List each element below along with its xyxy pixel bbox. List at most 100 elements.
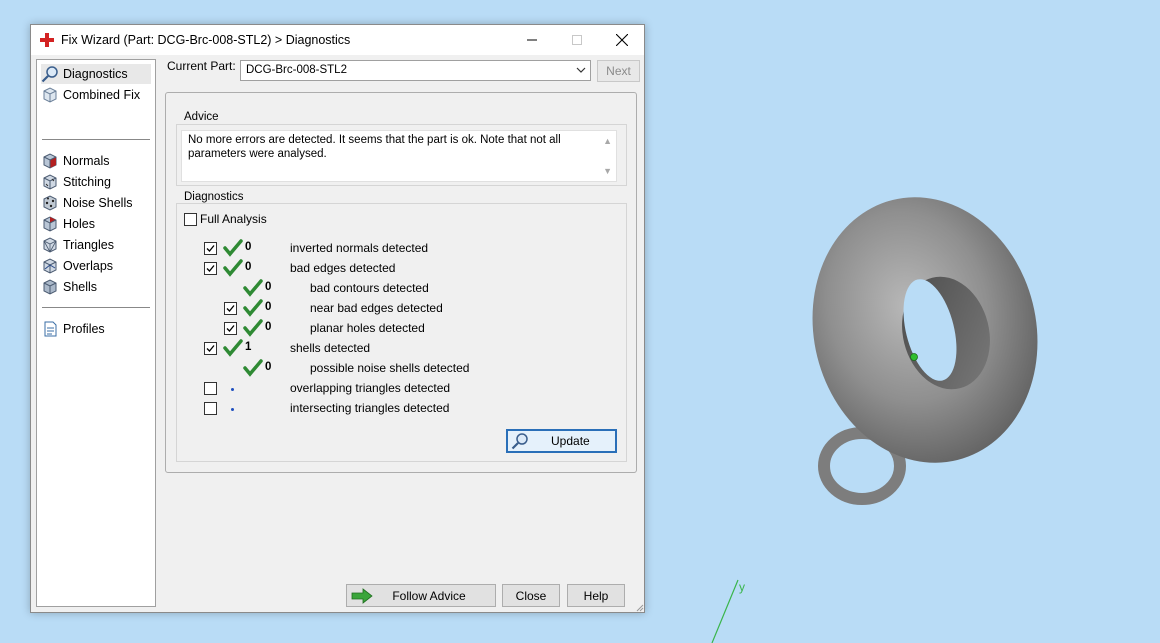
nav-divider <box>42 307 150 308</box>
green-check-icon <box>223 259 243 277</box>
scroll-up-icon[interactable]: ▲ <box>603 134 612 148</box>
shells-icon <box>43 279 57 295</box>
nav-item-label: Diagnostics <box>63 67 128 81</box>
overlaps-icon <box>43 258 57 274</box>
green-check-icon <box>243 359 263 377</box>
nav-item-noise-shells[interactable]: Noise Shells <box>41 193 151 213</box>
nav-item-stitching[interactable]: Stitching <box>41 172 151 192</box>
noise-shells-icon <box>43 195 57 211</box>
diag-row-label: shells detected <box>290 341 371 355</box>
y-axis-line <box>711 579 739 643</box>
count-value: 0 <box>265 301 272 313</box>
arrow-right-icon <box>351 588 373 604</box>
full-analysis-label: Full Analysis <box>200 212 267 226</box>
shells-checkbox[interactable] <box>204 342 217 355</box>
help-button[interactable]: Help <box>567 584 625 607</box>
count-value: 0 <box>245 261 252 273</box>
green-check-icon <box>243 279 263 297</box>
fix-wizard-dialog: Fix Wizard (Part: DCG-Brc-008-STL2) > Di… <box>30 24 645 613</box>
nav-divider <box>42 139 150 140</box>
nav-item-label: Normals <box>63 154 110 168</box>
nav-item-profiles[interactable]: Profiles <box>41 319 151 339</box>
maximize-icon <box>571 35 582 45</box>
title-bar[interactable]: Fix Wizard (Part: DCG-Brc-008-STL2) > Di… <box>31 25 644 55</box>
normals-icon <box>43 153 57 169</box>
advice-text: No more errors are detected. It seems th… <box>188 134 561 160</box>
stitching-icon <box>43 174 57 190</box>
nav-item-label: Shells <box>63 280 98 294</box>
marker-point[interactable] <box>910 353 918 361</box>
pending-dot-icon <box>231 408 234 411</box>
overlapping-triangles-checkbox[interactable] <box>204 382 217 395</box>
magnifier-icon <box>511 433 528 450</box>
nav-item-label: Combined Fix <box>63 88 141 102</box>
full-analysis-checkbox[interactable] <box>184 213 197 226</box>
near-bad-edges-checkbox[interactable] <box>224 302 237 315</box>
chevron-down-icon <box>576 67 586 73</box>
minimize-icon <box>526 39 537 41</box>
current-part-label: Current Part: <box>167 59 236 73</box>
follow-advice-label: Follow Advice <box>392 588 466 603</box>
close-icon <box>615 34 628 46</box>
minimize-button[interactable] <box>509 25 554 55</box>
nav-item-label: Noise Shells <box>63 196 133 210</box>
green-check-icon <box>243 319 263 337</box>
update-button[interactable]: Update <box>506 429 617 453</box>
fix-wizard-icon <box>40 33 54 47</box>
inverted-normals-checkbox[interactable] <box>204 242 217 255</box>
green-check-icon <box>223 339 243 357</box>
diag-row-label: overlapping triangles detected <box>290 381 451 395</box>
pending-dot-icon <box>231 388 234 391</box>
current-part-value: DCG-Brc-008-STL2 <box>246 64 347 76</box>
scroll-down-icon[interactable]: ▼ <box>603 164 612 178</box>
update-label: Update <box>551 434 590 448</box>
nav-item-combined-fix[interactable]: Combined Fix <box>41 85 151 105</box>
nav-item-label: Triangles <box>63 238 114 252</box>
checkmark-icon <box>226 305 235 312</box>
checkmark-icon <box>206 265 215 272</box>
diag-row-label: possible noise shells detected <box>310 361 470 375</box>
nav-item-overlaps[interactable]: Overlaps <box>41 256 151 276</box>
bad-edges-checkbox[interactable] <box>204 262 217 275</box>
nav-item-label: Stitching <box>63 175 111 189</box>
checkmark-icon <box>206 245 215 252</box>
close-button[interactable]: Close <box>502 584 560 607</box>
diag-row-label: intersecting triangles detected <box>290 401 450 415</box>
count-value: 0 <box>265 321 272 333</box>
checkmark-icon <box>226 325 235 332</box>
diag-row-label: bad contours detected <box>310 281 429 295</box>
count-value: 1 <box>245 341 252 353</box>
fix-nav-panel: Diagnostics Combined Fix Normals Stitchi… <box>36 59 156 607</box>
diagnostics-icon <box>41 66 58 83</box>
nav-item-holes[interactable]: Holes <box>41 214 151 234</box>
count-value: 0 <box>265 361 272 373</box>
window-title: Fix Wizard (Part: DCG-Brc-008-STL2) > Di… <box>61 33 351 47</box>
green-check-icon <box>223 239 243 257</box>
next-button[interactable]: Next <box>597 60 640 82</box>
nav-item-triangles[interactable]: Triangles <box>41 235 151 255</box>
maximize-button[interactable] <box>554 25 599 55</box>
holes-icon <box>43 216 57 232</box>
diag-row-label: bad edges detected <box>290 261 396 275</box>
part-model[interactable] <box>785 173 1065 505</box>
close-window-button[interactable] <box>599 25 644 55</box>
diagnostics-group-label: Diagnostics <box>181 191 247 203</box>
combined-fix-icon <box>43 87 57 103</box>
triangles-icon <box>43 237 57 253</box>
diag-row-label: inverted normals detected <box>290 241 429 255</box>
nav-item-normals[interactable]: Normals <box>41 151 151 171</box>
resize-grip-icon[interactable] <box>634 602 644 612</box>
count-value: 0 <box>245 241 252 253</box>
follow-advice-button[interactable]: Follow Advice <box>346 584 496 607</box>
current-part-select[interactable]: DCG-Brc-008-STL2 <box>240 60 591 81</box>
profiles-icon <box>44 321 57 337</box>
nav-item-shells[interactable]: Shells <box>41 277 151 297</box>
advice-text-box: No more errors are detected. It seems th… <box>181 130 617 182</box>
y-axis-label: y <box>739 580 745 594</box>
intersecting-triangles-checkbox[interactable] <box>204 402 217 415</box>
nav-item-label: Holes <box>63 217 95 231</box>
nav-item-label: Overlaps <box>63 259 114 273</box>
planar-holes-checkbox[interactable] <box>224 322 237 335</box>
checkmark-icon <box>206 345 215 352</box>
nav-item-diagnostics[interactable]: Diagnostics <box>41 64 151 84</box>
